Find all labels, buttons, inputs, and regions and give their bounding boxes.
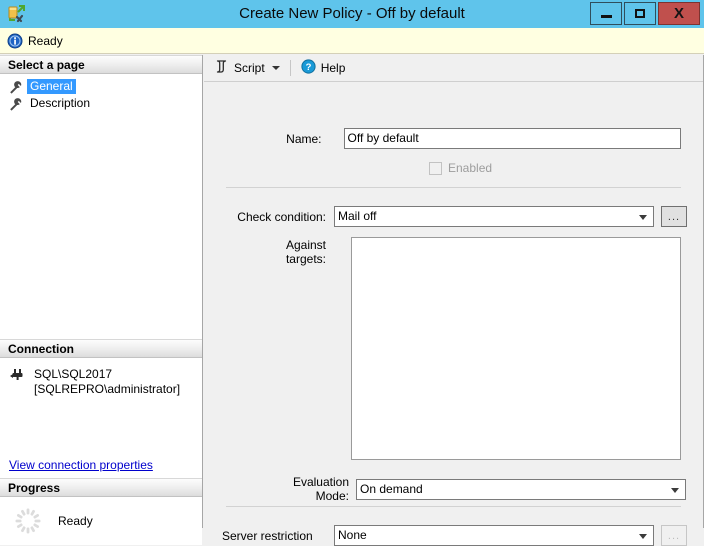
close-icon: X	[673, 5, 684, 22]
enabled-checkbox-row[interactable]: Enabled	[429, 161, 492, 175]
left-pane: Select a page General Description Connec…	[0, 55, 203, 545]
check-condition-browse-button[interactable]: ...	[661, 206, 687, 227]
wrench-icon	[8, 80, 22, 94]
toolbar-separator	[289, 60, 291, 76]
chevron-down-icon	[671, 487, 679, 493]
against-targets-label-row: Against targets:	[254, 238, 326, 266]
minimize-button[interactable]	[590, 2, 622, 25]
help-button[interactable]: ? Help	[297, 57, 350, 79]
script-button-label: Script	[234, 61, 265, 75]
server-restriction-label: Server restriction	[222, 528, 313, 543]
check-condition-select[interactable]: Mail off	[334, 206, 654, 227]
connection-header: Connection	[0, 339, 202, 358]
connection-server: SQL\SQL2017	[34, 367, 113, 381]
maximize-icon	[635, 9, 645, 18]
server-restriction-value: None	[338, 528, 367, 542]
right-pane: Script ? Help Name: Off by default Enabl…	[204, 55, 704, 546]
server-restriction-select[interactable]: None	[334, 525, 654, 546]
toolbar: Script ? Help	[204, 55, 703, 82]
separator-top	[226, 187, 681, 188]
script-icon	[214, 59, 229, 77]
against-targets-label: Against targets:	[285, 238, 326, 266]
info-icon	[7, 33, 23, 49]
evaluation-mode-label: Evaluation Mode:	[292, 475, 349, 503]
sidebar-item-label: General	[27, 79, 76, 94]
select-a-page-header: Select a page	[0, 55, 202, 74]
window-controls: X	[588, 2, 700, 25]
check-condition-label: Check condition:	[237, 209, 326, 224]
title-bar: Create New Policy - Off by default X	[0, 0, 704, 28]
help-button-label: Help	[320, 61, 346, 75]
progress-header: Progress	[0, 478, 202, 497]
chevron-down-icon	[639, 215, 647, 220]
help-question-icon: ?	[301, 59, 316, 77]
chevron-down-icon	[639, 534, 647, 539]
connection-user: [SQLREPRO\administrator]	[34, 382, 181, 396]
server-restriction-browse-button: ...	[661, 525, 687, 546]
minimize-icon	[600, 15, 612, 18]
connection-text: SQL\SQL2017 [SQLREPRO\administrator]	[34, 367, 180, 397]
spinner-icon	[14, 507, 42, 535]
evaluation-mode-row: Evaluation Mode: On demand	[259, 475, 686, 503]
close-button[interactable]: X	[658, 2, 700, 25]
sidebar-item-general[interactable]: General	[0, 78, 202, 95]
sidebar-item-description[interactable]: Description	[0, 95, 202, 112]
maximize-button[interactable]	[624, 2, 656, 25]
general-form: Name: Off by default Enabled Check condi…	[204, 82, 703, 546]
status-bar: Ready	[0, 28, 704, 54]
name-label: Name:	[286, 131, 322, 146]
page-list: General Description	[0, 74, 202, 339]
progress-text: Ready	[58, 514, 93, 528]
evaluation-mode-value: On demand	[360, 481, 423, 496]
progress-panel: Ready	[0, 497, 202, 545]
status-text: Ready	[28, 33, 63, 48]
view-connection-properties-link[interactable]: View connection properties	[9, 458, 153, 472]
create-new-policy-dialog: Create New Policy - Off by default X Rea…	[0, 0, 704, 546]
connection-info: SQL\SQL2017 [SQLREPRO\administrator]	[0, 358, 202, 397]
connection-panel: SQL\SQL2017 [SQLREPRO\administrator] Vie…	[0, 358, 202, 478]
wrench-icon	[8, 97, 22, 111]
enabled-label: Enabled	[448, 161, 493, 175]
chevron-down-icon[interactable]	[271, 66, 280, 70]
enabled-checkbox[interactable]	[429, 161, 442, 175]
name-row: Name: Off by default	[226, 128, 681, 149]
server-restriction-row: Server restriction None ...	[222, 525, 687, 546]
connection-plug-icon	[9, 367, 27, 385]
name-input[interactable]: Off by default	[343, 128, 681, 149]
check-condition-row: Check condition: Mail off ...	[222, 206, 687, 227]
check-condition-value: Mail off	[338, 209, 377, 223]
script-button[interactable]: Script	[210, 57, 284, 79]
evaluation-mode-select[interactable]: On demand	[356, 478, 686, 500]
separator-bottom	[226, 506, 681, 507]
sidebar-item-label: Description	[30, 96, 91, 110]
svg-text:?: ?	[305, 62, 311, 73]
against-targets-listbox[interactable]	[351, 237, 681, 460]
